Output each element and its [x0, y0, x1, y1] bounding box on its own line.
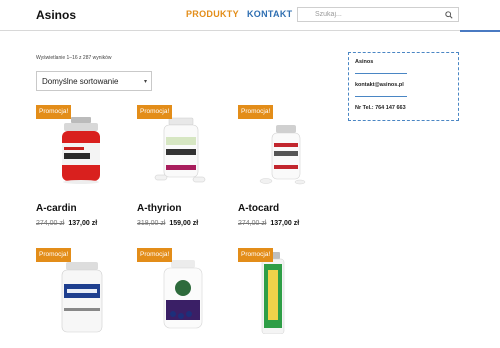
results-count: Wyświetlanie 1–16 z 287 wyników: [36, 55, 112, 61]
product-name[interactable]: A-cardin: [36, 203, 77, 214]
old-price: 274,00 zł: [36, 220, 65, 227]
sale-badge: Promocja!: [238, 248, 274, 262]
site-header: Asinos PRODUKTY KONTAKT: [0, 0, 500, 31]
search-box: [297, 7, 459, 22]
sale-badge: Promocja!: [137, 248, 173, 262]
sort-select[interactable]: Domyślne sortowanie ▾: [36, 71, 152, 91]
caret-icon: ▾: [143, 79, 147, 85]
old-price: 274,00 zł: [238, 220, 267, 227]
sale-badge: Promocja!: [36, 105, 72, 119]
product-price: 274,00 zł 137,00 zł: [238, 220, 299, 227]
sort-value: Domyślne sortowanie: [42, 77, 119, 86]
search-icon[interactable]: [445, 11, 453, 19]
contact-divider: [355, 73, 407, 74]
search-input[interactable]: [298, 8, 443, 21]
sale-badge: Promocja!: [238, 105, 274, 119]
product-price: 274,00 zł 137,00 zł: [36, 220, 97, 227]
site-brand[interactable]: Asinos: [36, 8, 76, 22]
contact-name: Asinos: [355, 59, 374, 65]
product-name[interactable]: A-thyrion: [137, 203, 181, 214]
sale-price: 159,00 zł: [169, 220, 199, 227]
nav-kontakt-link[interactable]: KONTAKT: [247, 9, 292, 19]
contact-phone: Nr Tel.: 764 147 663: [355, 105, 406, 111]
header-accent-line: [460, 30, 500, 32]
contact-email[interactable]: kontakt@asinos.pl: [355, 82, 404, 88]
nav-produkty-link[interactable]: PRODUKTY: [186, 9, 239, 19]
old-price: 318,00 zł: [137, 220, 166, 227]
product-name[interactable]: A-tocard: [238, 203, 279, 214]
product-price: 318,00 zł 159,00 zł: [137, 220, 198, 227]
contact-widget: Asinos kontakt@asinos.pl Nr Tel.: 764 14…: [348, 52, 459, 121]
sale-badge: Promocja!: [137, 105, 173, 119]
sale-price: 137,00 zł: [68, 220, 98, 227]
sale-badge: Promocja!: [36, 248, 72, 262]
sale-price: 137,00 zł: [270, 220, 300, 227]
contact-divider: [355, 96, 407, 97]
